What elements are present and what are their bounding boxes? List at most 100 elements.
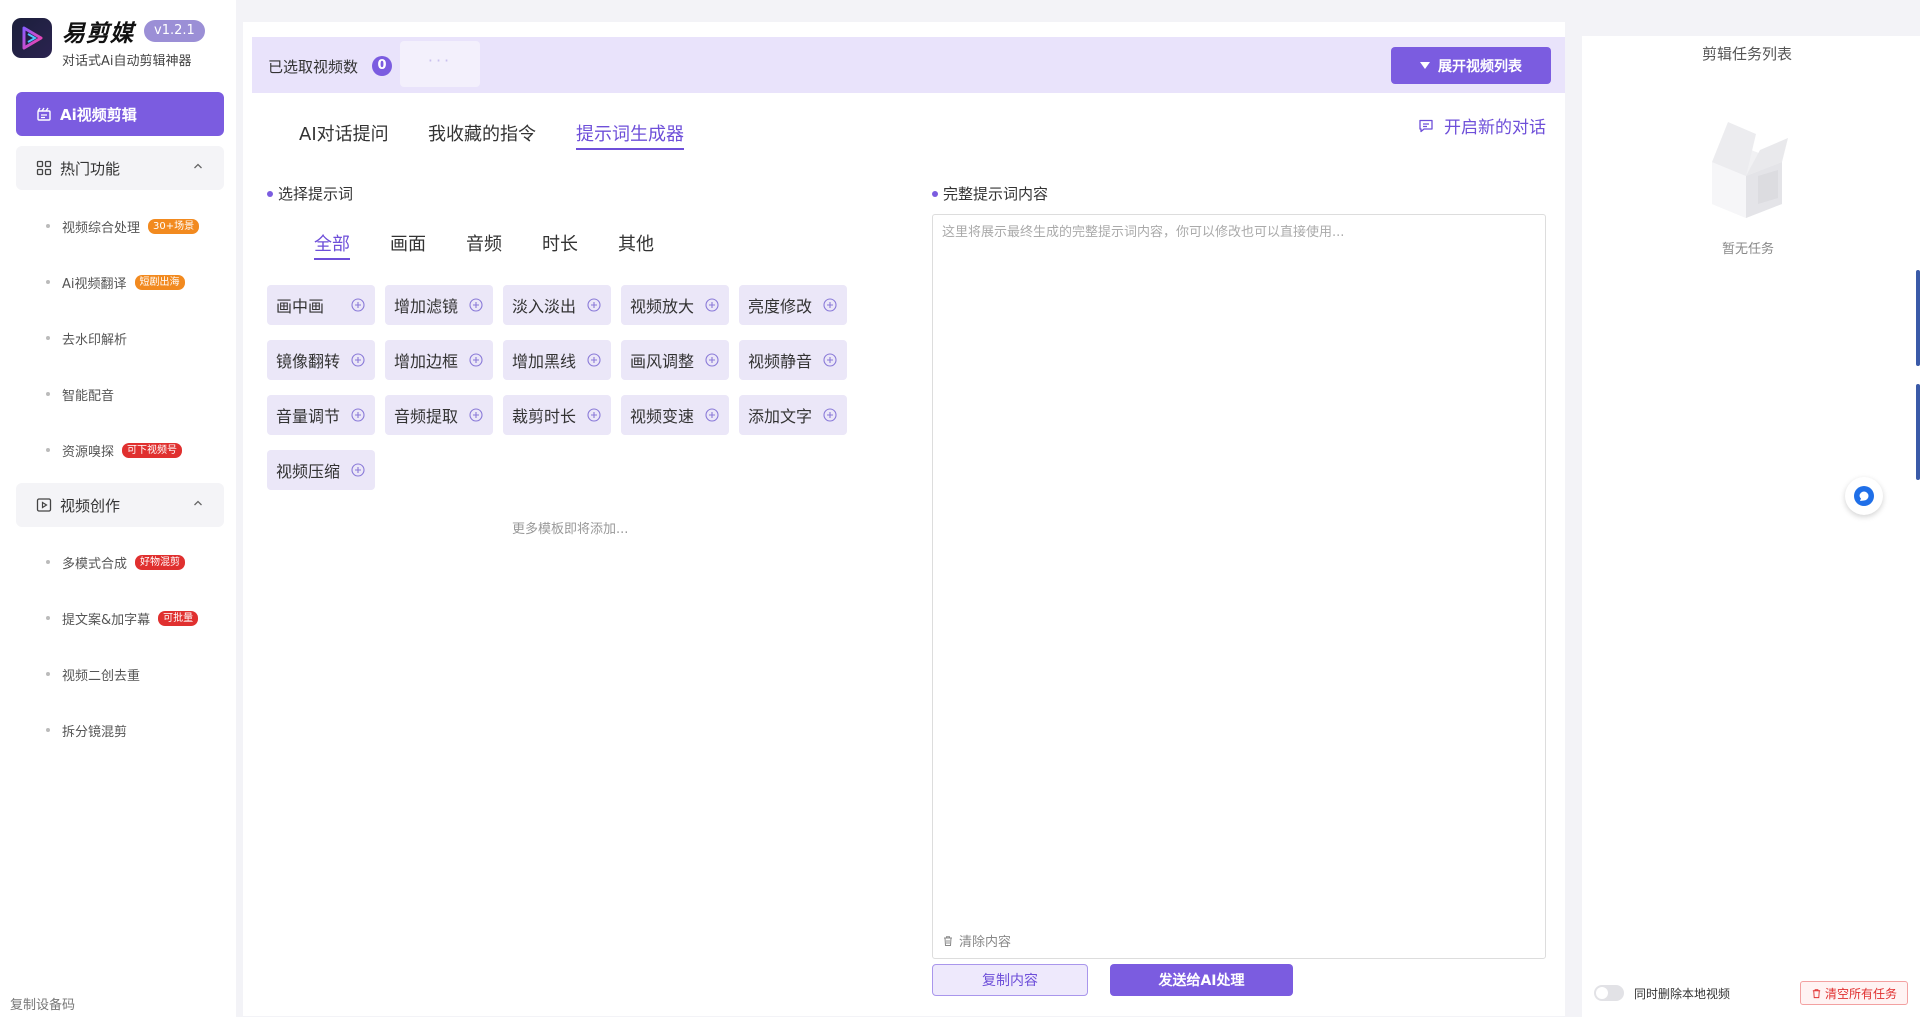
new-chat-label: 开启新的对话 (1444, 118, 1546, 138)
app-logo-icon (12, 18, 52, 58)
chip-label: 增加黑线 (512, 352, 577, 371)
sidebar-item-dedup[interactable]: 视频二创去重 (46, 663, 140, 685)
edge-handle[interactable] (1916, 384, 1920, 480)
sidebar-item-label: 去水印解析 (62, 332, 128, 348)
copy-device-code-link[interactable]: 复制设备码 (10, 994, 75, 1013)
prompt-chip[interactable]: 淡入淡出 (503, 285, 611, 325)
select-prompt-heading: 选择提示词 (267, 183, 353, 204)
bullet-dot (46, 280, 50, 284)
chat-icon (1418, 118, 1434, 134)
empty-box-icon (1698, 114, 1794, 222)
category-other[interactable]: 其他 (618, 230, 654, 256)
prompt-chip[interactable]: 增加滤镜 (385, 285, 493, 325)
prompt-chip[interactable]: 亮度修改 (739, 285, 847, 325)
bullet-dot (46, 448, 50, 452)
sidebar-item-label: 视频综合处理 (62, 220, 141, 236)
prompt-content-textarea[interactable] (932, 214, 1546, 959)
message-bubble-icon (1853, 485, 1875, 507)
tab-prompt-generator[interactable]: 提示词生成器 (576, 120, 684, 146)
toggle-knob (1596, 987, 1608, 999)
nav-ai-video-edit[interactable]: Ai视频剪辑 (16, 92, 224, 136)
chip-label: 视频静音 (748, 352, 813, 371)
add-circle-icon (823, 408, 837, 422)
category-visual[interactable]: 画面 (390, 230, 426, 256)
prompt-chip[interactable]: 增加边框 (385, 340, 493, 380)
prompt-chip[interactable]: 增加黑线 (503, 340, 611, 380)
active-category-indicator (314, 258, 350, 260)
active-tab-indicator (576, 148, 684, 150)
add-circle-icon (469, 408, 483, 422)
sidebar-item-resource-sniff[interactable]: 资源嗅探 可下视频号 (46, 439, 183, 461)
delete-local-toggle[interactable] (1594, 985, 1624, 1001)
chip-label: 裁剪时长 (512, 407, 577, 426)
prompt-chip[interactable]: 裁剪时长 (503, 395, 611, 435)
clear-content-label: 清除内容 (959, 935, 1012, 950)
nav-group-label: 热门功能 (60, 159, 121, 178)
prompt-chip[interactable]: 视频压缩 (267, 450, 375, 490)
add-circle-icon (351, 408, 365, 422)
clear-all-tasks-button[interactable]: 清空所有任务 (1800, 981, 1908, 1005)
version-badge: v1.2.1 (144, 20, 205, 42)
nav-group-video-creation[interactable]: 视频创作 (16, 483, 224, 527)
sidebar-item-watermark[interactable]: 去水印解析 (46, 327, 127, 349)
expand-video-list-button[interactable]: 展开视频列表 (1391, 47, 1551, 84)
sidebar-item-multi-mode[interactable]: 多模式合成 好物混剪 (46, 551, 186, 573)
brand-tagline: 对话式Ai自动剪辑神器 (62, 54, 192, 69)
chevron-up-icon (192, 160, 204, 172)
sidebar-item-dubbing[interactable]: 智能配音 (46, 383, 114, 405)
chip-label: 画中画 (276, 297, 325, 316)
new-chat-button[interactable]: 开启新的对话 (1418, 113, 1546, 138)
copy-content-button[interactable]: 复制内容 (932, 964, 1088, 996)
bullet-dot (46, 560, 50, 564)
floating-chat-button[interactable] (1845, 477, 1883, 515)
sidebar-item-label: 智能配音 (62, 388, 115, 404)
add-circle-icon (351, 298, 365, 312)
prompt-chip[interactable]: 音频提取 (385, 395, 493, 435)
bullet-dot (46, 672, 50, 676)
edge-handle[interactable] (1916, 270, 1920, 366)
prompt-chip[interactable]: 画中画 (267, 285, 375, 325)
tab-favorites[interactable]: 我收藏的指令 (428, 120, 536, 146)
category-audio[interactable]: 音频 (466, 230, 502, 256)
add-circle-icon (705, 353, 719, 367)
prompt-chip[interactable]: 镜像翻转 (267, 340, 375, 380)
sidebar-item-ai-translate[interactable]: Ai视频翻译 短剧出海 (46, 271, 185, 293)
more-templates-hint: 更多模板即将添加... (512, 522, 629, 537)
chip-label: 镜像翻转 (276, 352, 341, 371)
video-play-icon (36, 497, 52, 513)
add-circle-icon (705, 408, 719, 422)
sidebar-item-video-processing[interactable]: 视频综合处理 30+场景 (46, 215, 200, 237)
feature-badge: 30+场景 (148, 218, 200, 234)
add-circle-icon (469, 353, 483, 367)
sidebar-item-label: 提文案&加字幕 (62, 612, 151, 628)
chevron-up-icon (192, 497, 204, 509)
feature-badge: 可批量 (158, 610, 199, 626)
prompt-chip[interactable]: 视频静音 (739, 340, 847, 380)
nav-group-hot-features[interactable]: 热门功能 (16, 146, 224, 190)
tab-ai-chat[interactable]: AI对话提问 (299, 120, 389, 146)
prompt-chip[interactable]: 音量调节 (267, 395, 375, 435)
sidebar: 易剪媒 v1.2.1 对话式Ai自动剪辑神器 Ai视频剪辑 热门功能 视频综合处… (0, 0, 236, 1017)
sidebar-item-label: 视频二创去重 (62, 668, 141, 684)
video-thumbnail-placeholder[interactable]: ··· (400, 41, 480, 87)
clear-content-button[interactable]: 清除内容 (942, 931, 1011, 950)
delete-local-label: 同时删除本地视频 (1634, 987, 1731, 1001)
chip-label: 添加文字 (748, 407, 813, 426)
category-duration[interactable]: 时长 (542, 230, 578, 256)
send-to-ai-button[interactable]: 发送给AI处理 (1110, 964, 1293, 996)
grid-icon (36, 160, 52, 176)
chip-label: 增加边框 (394, 352, 459, 371)
trash-icon (942, 935, 954, 947)
feature-badge: 短剧出海 (134, 274, 185, 290)
prompt-chip[interactable]: 画风调整 (621, 340, 729, 380)
prompt-chip[interactable]: 视频放大 (621, 285, 729, 325)
empty-task-text: 暂无任务 (1722, 242, 1775, 257)
chip-label: 视频变速 (630, 407, 695, 426)
prompt-chip[interactable]: 添加文字 (739, 395, 847, 435)
category-all[interactable]: 全部 (314, 230, 350, 256)
chip-label: 亮度修改 (748, 297, 813, 316)
full-prompt-title: 完整提示词内容 (943, 185, 1049, 203)
prompt-chip[interactable]: 视频变速 (621, 395, 729, 435)
sidebar-item-split-mix[interactable]: 拆分镜混剪 (46, 719, 127, 741)
sidebar-item-subtitles[interactable]: 提文案&加字幕 可批量 (46, 607, 199, 629)
